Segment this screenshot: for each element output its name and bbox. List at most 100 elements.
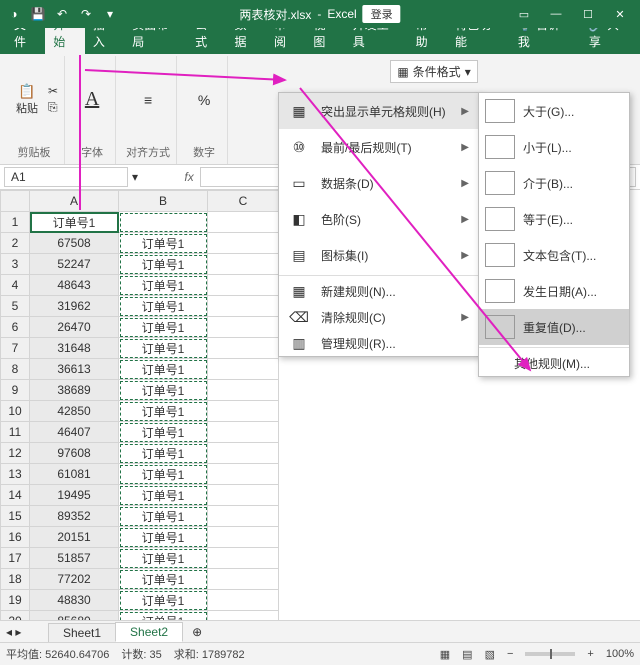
cell[interactable]: 订单号1 (119, 485, 208, 506)
col-header-b[interactable]: B (119, 191, 208, 212)
cell[interactable] (208, 443, 279, 464)
mi-data-bars[interactable]: ▭数据条(D)▶ (279, 165, 479, 201)
new-sheet-icon[interactable]: ⊕ (192, 625, 202, 639)
fx-icon[interactable]: fx (178, 170, 200, 184)
view-normal-icon[interactable]: ▦ (440, 648, 450, 661)
row-header[interactable]: 9 (1, 380, 30, 401)
cell[interactable]: 订单号1 (119, 401, 208, 422)
mi-more-rules[interactable]: 其他规则(M)... (479, 350, 629, 376)
cell[interactable]: 订单号1 (119, 275, 208, 296)
zoom-out-icon[interactable]: − (507, 648, 513, 660)
cell[interactable]: 订单号1 (119, 611, 208, 621)
cell[interactable]: 订单号1 (119, 464, 208, 485)
cell[interactable] (208, 296, 279, 317)
cell[interactable]: 订单号1 (119, 296, 208, 317)
cell[interactable]: 42850 (30, 401, 119, 422)
cell[interactable]: 订单号1 (119, 590, 208, 611)
zoom-in-icon[interactable]: + (587, 648, 593, 660)
cell[interactable]: 77202 (30, 569, 119, 590)
number-button[interactable]: % (187, 70, 221, 130)
row-header[interactable]: 20 (1, 611, 30, 621)
row-header[interactable]: 6 (1, 317, 30, 338)
conditional-formatting-button[interactable]: ▦ 条件格式 ▾ (390, 60, 477, 83)
row-header[interactable]: 1 (1, 212, 30, 233)
cell[interactable] (208, 275, 279, 296)
cell[interactable] (208, 254, 279, 275)
cell[interactable]: 52247 (30, 254, 119, 275)
row-header[interactable]: 18 (1, 569, 30, 590)
cell[interactable]: 97608 (30, 443, 119, 464)
sheet-tab-2[interactable]: Sheet2 (115, 622, 183, 642)
cell[interactable]: 订单号1 (119, 359, 208, 380)
row-header[interactable]: 15 (1, 506, 30, 527)
cell[interactable] (208, 380, 279, 401)
cell[interactable] (208, 569, 279, 590)
cell[interactable]: 订单号1 (119, 380, 208, 401)
row-header[interactable]: 2 (1, 233, 30, 254)
maximize-icon[interactable]: ☐ (574, 4, 602, 24)
cell[interactable]: 订单号1 (119, 422, 208, 443)
mi-highlight-rules[interactable]: ▦突出显示单元格规则(H)▶ (279, 93, 479, 129)
mi-less-than[interactable]: 小于(L)... (479, 129, 629, 165)
row-header[interactable]: 17 (1, 548, 30, 569)
paste-button[interactable]: 📋粘贴 (10, 70, 44, 130)
mi-date-occurring[interactable]: 发生日期(A)... (479, 273, 629, 309)
login-button[interactable]: 登录 (363, 5, 401, 23)
mi-equal-to[interactable]: 等于(E)... (479, 201, 629, 237)
cell[interactable] (208, 317, 279, 338)
row-header[interactable]: 5 (1, 296, 30, 317)
cell[interactable]: 订单号1 (119, 506, 208, 527)
row-header[interactable]: 3 (1, 254, 30, 275)
mi-icon-sets[interactable]: ▤图标集(I)▶ (279, 237, 479, 273)
mi-clear-rules[interactable]: ⌫清除规则(C)▶ (279, 304, 479, 330)
save-icon[interactable]: 💾 (30, 6, 46, 22)
cell[interactable]: 订单号1 (119, 233, 208, 254)
col-header-c[interactable]: C (208, 191, 279, 212)
cell[interactable] (208, 611, 279, 621)
cell[interactable] (208, 359, 279, 380)
mi-greater-than[interactable]: 大于(G)... (479, 93, 629, 129)
cell[interactable] (208, 233, 279, 254)
cell[interactable]: 订单号1 (119, 338, 208, 359)
cell[interactable]: 51857 (30, 548, 119, 569)
row-header[interactable]: 10 (1, 401, 30, 422)
cut-icon[interactable]: ✂ (48, 84, 58, 98)
select-all-corner[interactable] (1, 191, 30, 212)
cell[interactable]: 20151 (30, 527, 119, 548)
cell[interactable]: 36613 (30, 359, 119, 380)
alignment-button[interactable]: ≡ (131, 70, 165, 130)
row-header[interactable]: 4 (1, 275, 30, 296)
cell[interactable] (208, 548, 279, 569)
row-header[interactable]: 11 (1, 422, 30, 443)
cell[interactable]: 48830 (30, 590, 119, 611)
close-icon[interactable]: ✕ (606, 4, 634, 24)
cell[interactable]: 订单号1 (119, 527, 208, 548)
cell[interactable] (208, 401, 279, 422)
mi-color-scales[interactable]: ◧色阶(S)▶ (279, 201, 479, 237)
mi-top-bottom-rules[interactable]: ⑩最前/最后规则(T)▶ (279, 129, 479, 165)
cell[interactable]: 26470 (30, 317, 119, 338)
namebox-dropdown-icon[interactable]: ▾ (132, 170, 138, 184)
cell[interactable]: 48643 (30, 275, 119, 296)
cell[interactable] (208, 338, 279, 359)
view-pagebreak-icon[interactable]: ▧ (485, 648, 495, 661)
row-header[interactable]: 7 (1, 338, 30, 359)
cell[interactable]: 订单号1 (119, 569, 208, 590)
cell[interactable] (208, 506, 279, 527)
row-header[interactable]: 13 (1, 464, 30, 485)
cell[interactable]: 38689 (30, 380, 119, 401)
cell[interactable]: 31962 (30, 296, 119, 317)
cell[interactable]: 订单号1 (119, 443, 208, 464)
qat-more-icon[interactable]: ▾ (102, 6, 118, 22)
row-header[interactable]: 16 (1, 527, 30, 548)
cell[interactable]: 订单号1 (119, 317, 208, 338)
cell[interactable] (208, 422, 279, 443)
mi-duplicate-values[interactable]: 重复值(D)... (479, 309, 629, 345)
mi-new-rule[interactable]: ▦新建规则(N)... (279, 278, 479, 304)
row-header[interactable]: 8 (1, 359, 30, 380)
row-header[interactable]: 14 (1, 485, 30, 506)
cell[interactable] (208, 527, 279, 548)
cell[interactable] (208, 590, 279, 611)
undo-icon[interactable]: ↶ (54, 6, 70, 22)
zoom-level[interactable]: 100% (606, 648, 634, 660)
